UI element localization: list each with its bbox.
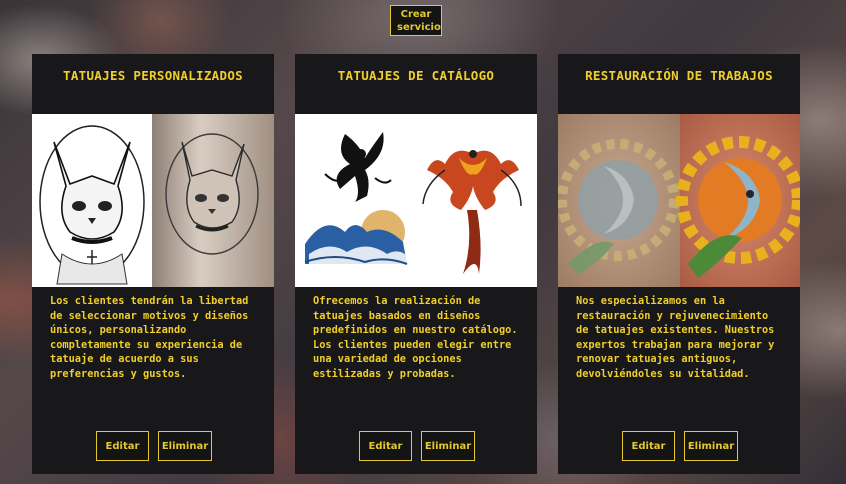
card-description: Los clientes tendrán la libertad de sele…	[50, 295, 249, 380]
card-description: Nos especializamos en la restauración y …	[576, 295, 775, 380]
edit-button[interactable]: Editar	[622, 431, 675, 461]
edit-button[interactable]: Editar	[359, 431, 412, 461]
service-image-catalog-designs	[295, 114, 537, 287]
card-title: RESTAURACIÓN DE TRABAJOS	[585, 68, 773, 83]
card-title: TATUAJES DE CATÁLOGO	[337, 68, 495, 83]
service-image-sun-moon-tattoo	[558, 114, 800, 287]
card-title: TATUAJES PERSONALIZADOS	[63, 68, 243, 83]
delete-button[interactable]: Eliminar	[421, 431, 475, 461]
service-card-restauracion: RESTAURACIÓN DE TRABAJOS Nos especializa…	[558, 54, 800, 474]
delete-button[interactable]: Eliminar	[684, 431, 738, 461]
card-description: Ofrecemos la realización de tatuajes bas…	[313, 295, 518, 380]
service-card-personalizados: TATUAJES PERSONALIZADOS Los clientes ten…	[32, 54, 274, 474]
delete-button[interactable]: Eliminar	[158, 431, 212, 461]
service-card-catalogo: TATUAJES DE CATÁLOGO Ofrecemos la realiz…	[295, 54, 537, 474]
service-image-cat-tattoo	[32, 114, 274, 287]
create-service-button[interactable]: Crear servicio	[390, 5, 442, 36]
edit-button[interactable]: Editar	[96, 431, 149, 461]
